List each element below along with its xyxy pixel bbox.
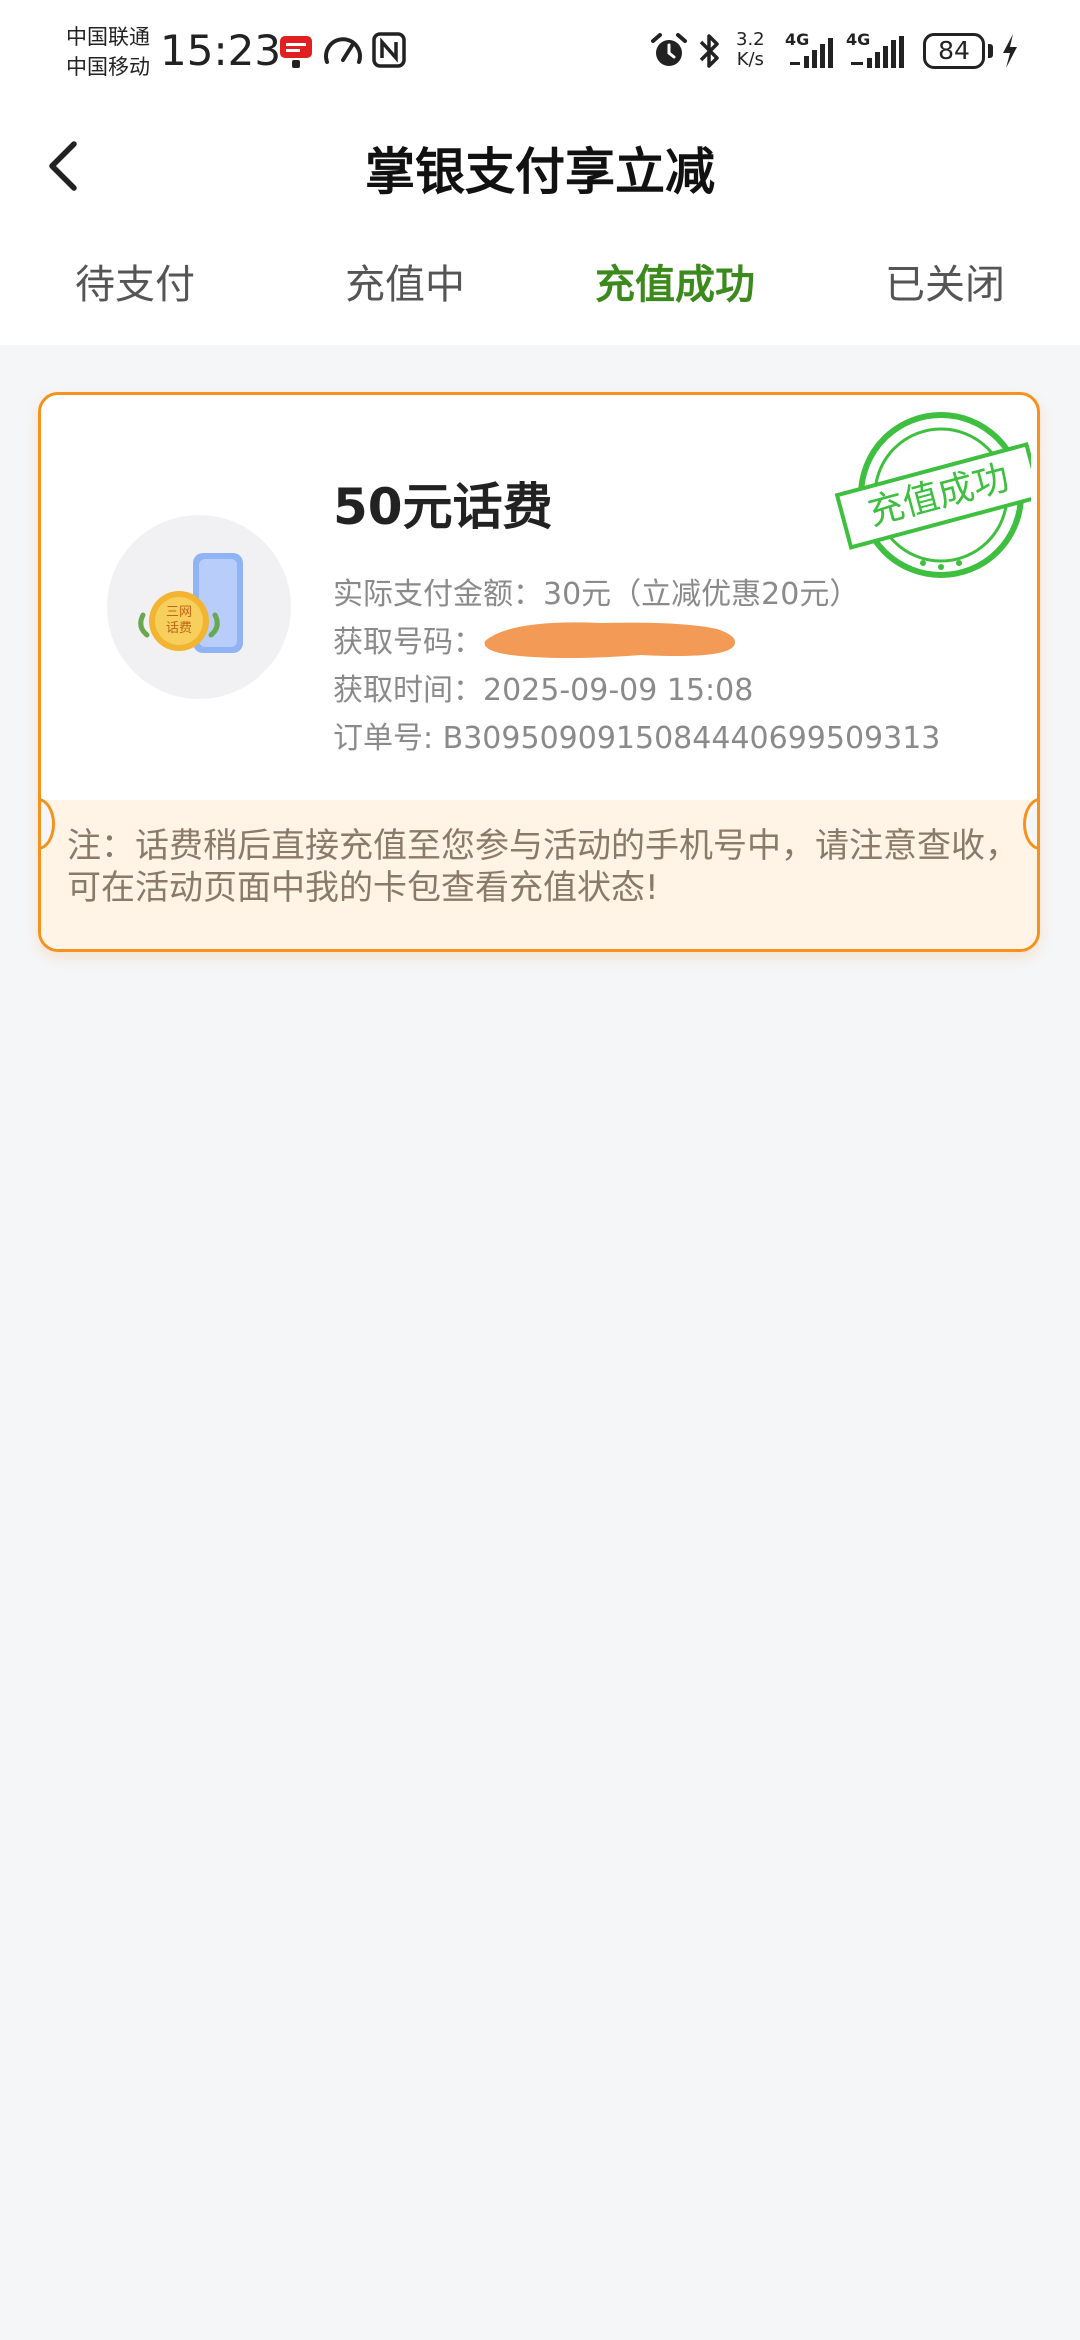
actual-payment: 实际支付金额：30元（立减优惠20元） [333,577,860,612]
success-stamp: 充值成功 [834,412,1031,578]
tab-recharge-success[interactable]: 充值成功 [540,240,810,330]
signal-icon-2 [851,36,904,68]
network-speed: 3.2 K/s [736,30,765,70]
product-title: 50元话费 [333,478,553,536]
product-icon: 三网 话费 [107,515,291,699]
order-number: 订单号: B3095090915084440699509313 [333,721,941,756]
page-title: 掌银支付享立减 [365,143,715,201]
tab-closed[interactable]: 已关闭 [810,240,1080,330]
status-bar: 中国联通 中国移动 15:23 3.2 K/s 4G 4G 84 [0,0,1080,110]
icon-badge-line1: 三网 [166,605,192,620]
network-speed-unit: K/s [736,49,764,70]
phone-label: 获取号码： [333,625,483,660]
app-notification-icon [280,36,312,68]
recharge-note: 注：话费稍后直接充值至您参与活动的手机号中，请注意查收，可在活动页面中我的卡包查… [67,826,1019,908]
bluetooth-icon [699,34,719,68]
battery-cap [988,44,993,58]
speed-gauge-icon [324,37,362,64]
order-card[interactable]: 三网 话费 50元话费 实际支付金额：30元（立减优惠20元） 获取号码： 获取… [38,392,1040,952]
tab-pending-payment[interactable]: 待支付 [0,240,270,330]
phone-bill-icon: 三网 话费 [138,553,243,653]
icon-badge-line2: 话费 [166,621,192,636]
charging-icon [1003,34,1017,68]
battery-indicator: 84 [923,33,985,69]
carrier-1: 中国联通 [66,25,150,49]
acquire-time: 获取时间：2025-09-09 15:08 [333,673,754,708]
tab-recharging[interactable]: 充值中 [270,240,540,330]
top-panel: 中国联通 中国移动 15:23 3.2 K/s 4G 4G 84 掌银支付享立减… [0,0,1080,345]
carrier-info: 中国联通 中国移动 [66,22,150,82]
alarm-icon [651,33,687,66]
carrier-2: 中国移动 [66,55,150,79]
header: 掌银支付享立减 [0,110,1080,225]
status-time: 15:23 [160,26,282,75]
network-speed-value: 3.2 [736,29,765,50]
status-tabs: 待支付 充值中 充值成功 已关闭 [0,240,1080,330]
signal-icon [790,38,833,68]
redaction-mark [484,622,735,658]
nfc-icon [372,32,406,68]
